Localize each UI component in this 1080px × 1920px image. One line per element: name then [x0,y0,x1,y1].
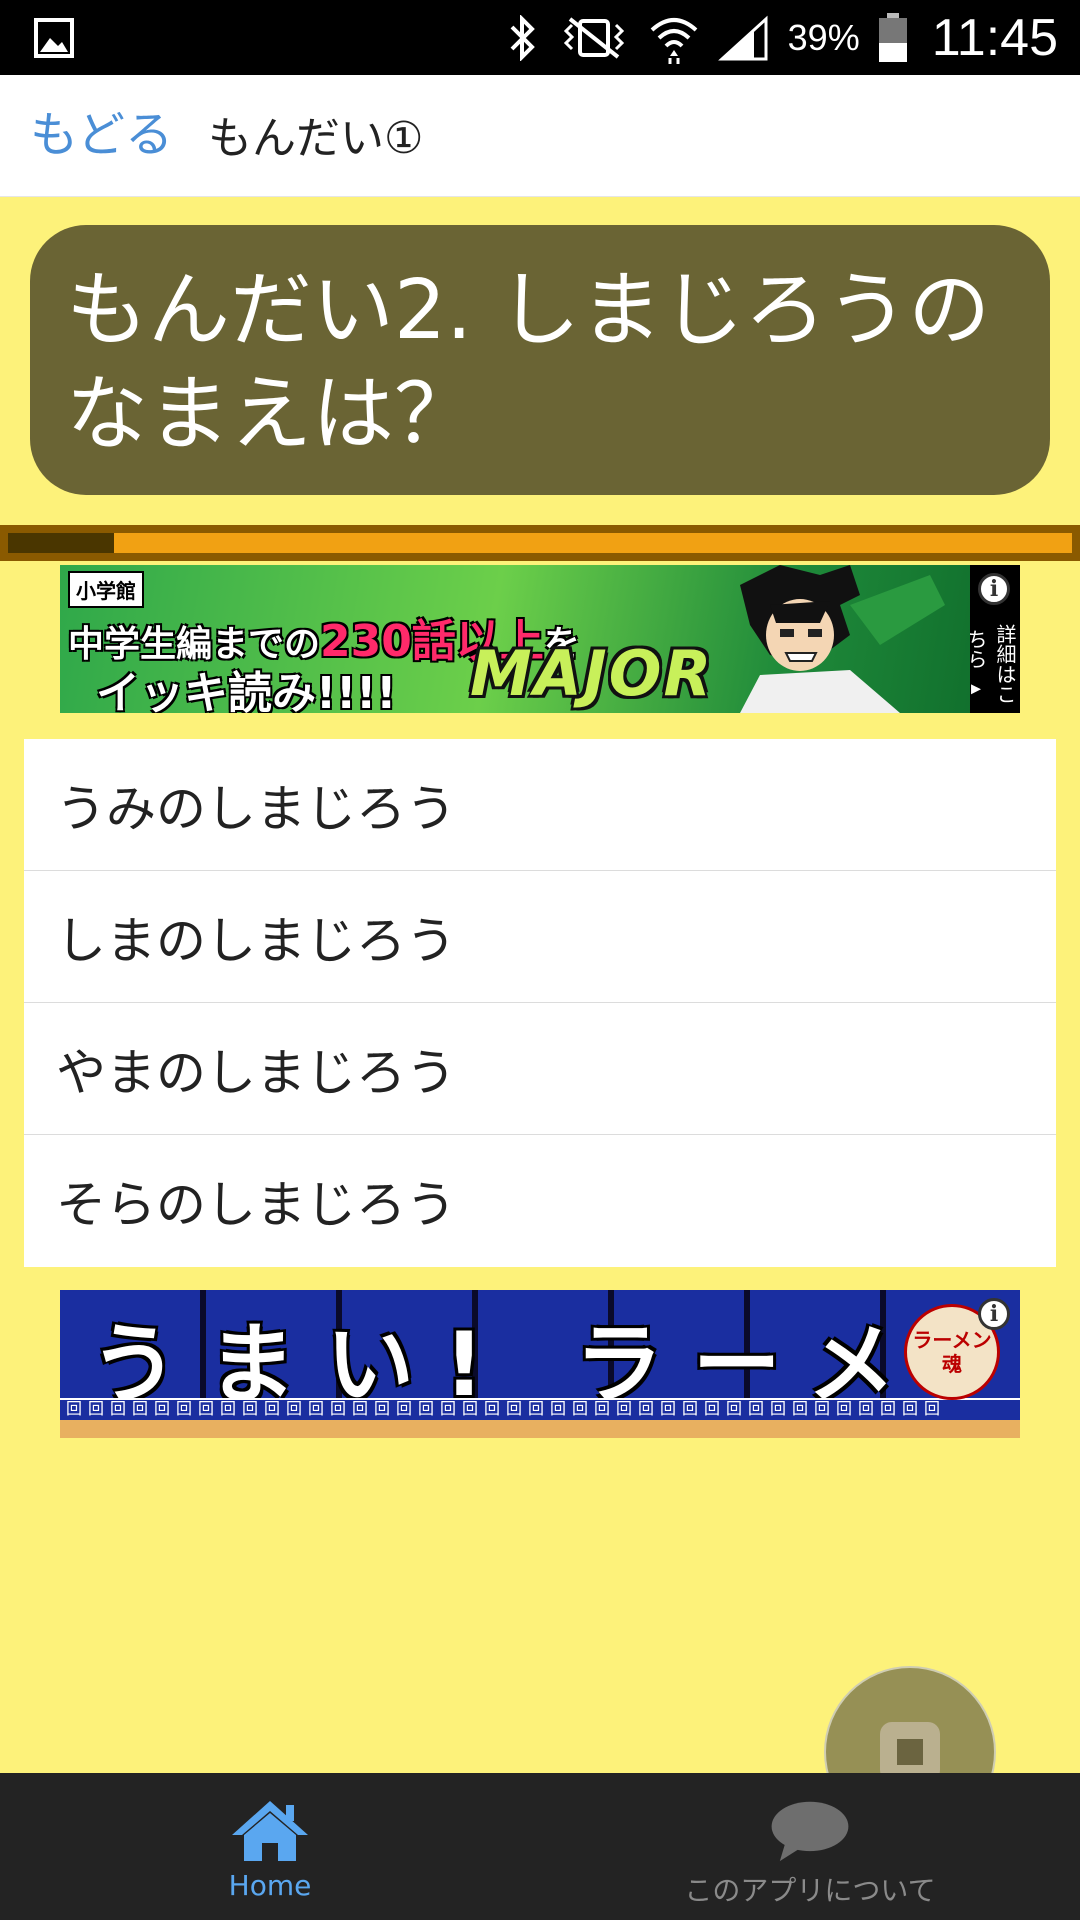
back-button[interactable]: もどる [30,95,173,165]
signal-icon [717,15,768,60]
battery-icon [878,12,907,62]
tab-home-label: Home [228,1869,312,1902]
battery-percent: 39% [787,16,860,58]
wifi-icon [650,17,698,64]
tab-about-label: このアプリについて [684,1874,936,1907]
answer-option[interactable]: うみのしまじろう [24,739,1056,871]
ad-food-strip [60,1420,1020,1438]
app-header: もどる もんだい① [0,75,1080,197]
ad-banner-top[interactable]: 小学館 中学生編までの230話以上を イッキ読み!!!! MAJOR 詳細はこち… [60,565,1020,713]
progress-fill [8,533,115,553]
vibrate-icon [563,16,624,59]
page-title: もんだい① [208,113,424,164]
ad-publisher: 小学館 [68,571,144,608]
ad-character-illustration [740,565,945,713]
info-icon[interactable]: i [978,1298,1010,1330]
status-bar: 39% 11:45 [0,0,1080,75]
info-icon[interactable]: i [978,573,1010,605]
answer-option[interactable]: やまのしまじろう [24,1003,1056,1135]
ad-logo: MAJOR [470,637,714,710]
ad-pattern: 回回回回回回回回回回回回回回回回回回回回回回回回回回回回回回回回回回回回回回回回 [66,1399,947,1418]
tab-home[interactable]: Home [0,1773,540,1920]
progress-bar [0,525,1080,561]
progress-track [8,533,1072,553]
answer-option[interactable]: そらのしまじろう [24,1135,1056,1267]
home-icon [232,1801,308,1861]
status-time: 11:45 [931,8,1058,67]
answer-option[interactable]: しまのしまじろう [24,871,1056,1003]
ad-banner-bottom[interactable]: うまい! ラーメン 回回回回回回回回回回回回回回回回回回回回回回回回回回回回回回… [60,1290,1020,1438]
gallery-icon [34,18,74,58]
ad-headline-line2: イッキ読み!!!! [96,668,397,713]
answer-options: うみのしまじろう しまのしまじろう やまのしまじろう そらのしまじろう [24,739,1056,1267]
question-box: もんだい2. しまじろうの なまえは？ [30,225,1050,495]
chat-bubble-icon [771,1801,849,1862]
tab-about[interactable]: このアプリについて [540,1773,1080,1920]
bottom-tab-bar: Home このアプリについて [0,1773,1080,1920]
bluetooth-icon [510,14,535,61]
